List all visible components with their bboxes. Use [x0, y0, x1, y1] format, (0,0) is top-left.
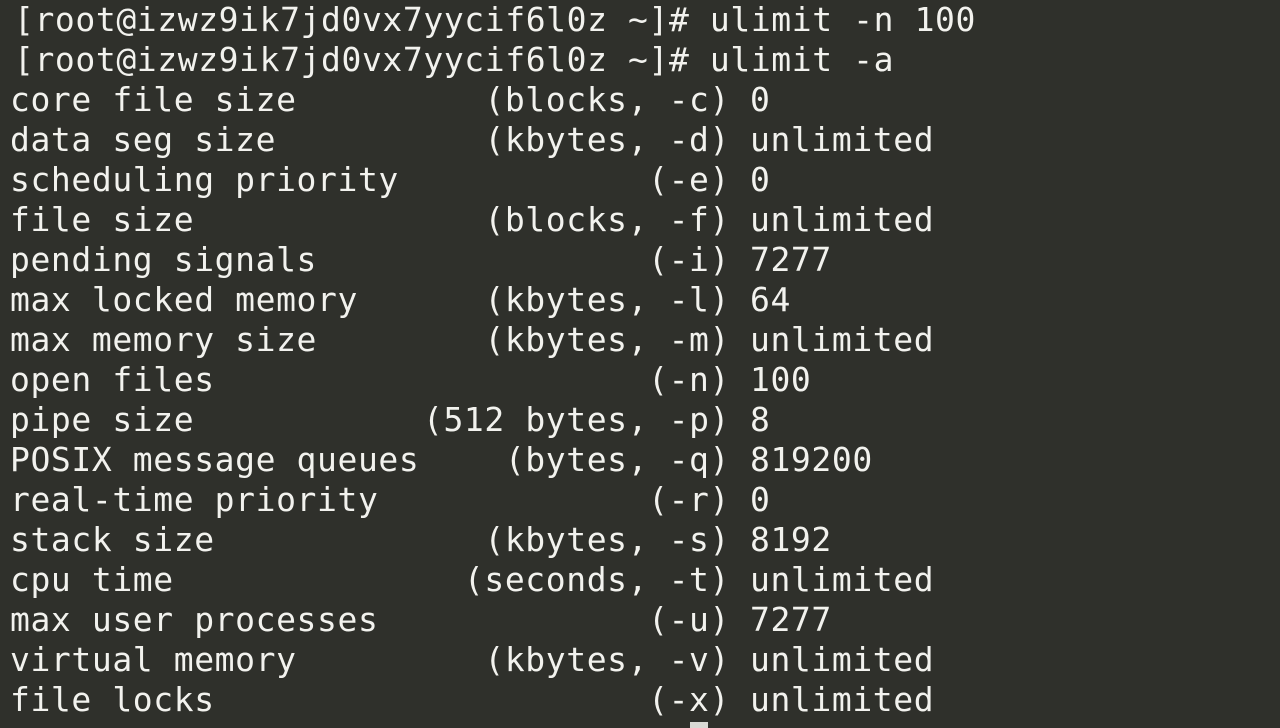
ulimit-value: unlimited	[750, 200, 935, 239]
ulimit-value: 0	[750, 80, 771, 119]
column-gap	[730, 280, 750, 320]
ulimit-row: core file size (blocks, -c) 0	[10, 80, 976, 120]
column-gap	[730, 560, 750, 600]
ulimit-label: core file size	[10, 80, 297, 119]
ulimit-label: scheduling priority	[10, 160, 399, 199]
ulimit-unit: (kbytes, -d)	[484, 120, 730, 159]
column-gap	[730, 200, 750, 240]
terminal-window[interactable]: [root@izwz9ik7jd0vx7yycif6l0z ~]# ulimit…	[0, 0, 1280, 728]
ulimit-row: max locked memory (kbytes, -l) 64	[10, 280, 976, 320]
ulimit-label: open files	[10, 360, 215, 399]
shell-prompt: [root@izwz9ik7jd0vx7yycif6l0z ~]#	[14, 0, 690, 39]
ulimit-row: pending signals (-i) 7277	[10, 240, 976, 280]
ulimit-row: file locks (-x) unlimited	[10, 680, 976, 720]
ulimit-value: unlimited	[750, 320, 935, 359]
ulimit-unit: (kbytes, -v)	[484, 640, 730, 679]
column-gap	[730, 640, 750, 680]
column-gap	[730, 240, 750, 280]
ulimit-value: unlimited	[750, 640, 935, 679]
ulimit-label: max user processes	[10, 600, 379, 639]
ulimit-row: cpu time (seconds, -t) unlimited	[10, 560, 976, 600]
column-gap	[730, 320, 750, 360]
command-line-1: [root@izwz9ik7jd0vx7yycif6l0z ~]# ulimit…	[10, 0, 976, 40]
column-gap	[730, 400, 750, 440]
column-gap	[730, 120, 750, 160]
ulimit-row: virtual memory (kbytes, -v) unlimited	[10, 640, 976, 680]
ulimit-row: POSIX message queues (bytes, -q) 819200	[10, 440, 976, 480]
ulimit-value: 819200	[750, 440, 873, 479]
ulimit-unit: (kbytes, -s)	[484, 520, 730, 559]
ulimit-unit: (kbytes, -l)	[484, 280, 730, 319]
ulimit-row: pipe size (512 bytes, -p) 8	[10, 400, 976, 440]
ulimit-output-table: core file size (blocks, -c) 0 data seg size…	[10, 80, 976, 720]
ulimit-value: unlimited	[750, 680, 935, 719]
ulimit-row: file size (blocks, -f) unlimited	[10, 200, 976, 240]
ulimit-value: 64	[750, 280, 791, 319]
ulimit-value: 0	[750, 480, 771, 519]
ulimit-label: file size	[10, 200, 195, 239]
column-gap	[730, 440, 750, 480]
column-gap	[730, 360, 750, 400]
ulimit-value: 7277	[750, 240, 832, 279]
ulimit-row: open files (-n) 100	[10, 360, 976, 400]
ulimit-label: max memory size	[10, 320, 318, 359]
ulimit-row: real-time priority (-r) 0	[10, 480, 976, 520]
ulimit-label: file locks	[10, 680, 215, 719]
ulimit-unit: (-x)	[648, 680, 730, 719]
ulimit-value: 0	[750, 160, 771, 199]
ulimit-label: virtual memory	[10, 640, 297, 679]
column-gap	[730, 520, 750, 560]
ulimit-unit: (-r)	[648, 480, 730, 519]
ulimit-row: scheduling priority (-e) 0	[10, 160, 976, 200]
column-gap	[730, 160, 750, 200]
ulimit-label: max locked memory	[10, 280, 358, 319]
ulimit-unit: (seconds, -t)	[463, 560, 730, 599]
column-gap	[730, 80, 750, 120]
ulimit-row: data seg size (kbytes, -d) unlimited	[10, 120, 976, 160]
ulimit-label: stack size	[10, 520, 215, 559]
command-line-2: [root@izwz9ik7jd0vx7yycif6l0z ~]# ulimit…	[10, 40, 976, 80]
column-gap	[730, 680, 750, 720]
ulimit-label: real-time priority	[10, 480, 379, 519]
ulimit-row: stack size (kbytes, -s) 8192	[10, 520, 976, 560]
command-text: ulimit -a	[709, 40, 895, 79]
ulimit-label: data seg size	[10, 120, 277, 159]
ulimit-label: cpu time	[10, 560, 174, 599]
ulimit-unit: (512 bytes, -p)	[422, 400, 730, 439]
ulimit-value: 100	[750, 360, 812, 399]
ulimit-value: 8	[750, 400, 771, 439]
ulimit-value: 7277	[750, 600, 832, 639]
terminal-output: [root@izwz9ik7jd0vx7yycif6l0z ~]# ulimit…	[10, 0, 976, 720]
ulimit-label: pending signals	[10, 240, 318, 279]
ulimit-unit: (-u)	[648, 600, 730, 639]
ulimit-unit: (-e)	[648, 160, 730, 199]
ulimit-row: max user processes (-u) 7277	[10, 600, 976, 640]
ulimit-value: unlimited	[750, 560, 935, 599]
ulimit-row: max memory size (kbytes, -m) unlimited	[10, 320, 976, 360]
ulimit-value: unlimited	[750, 120, 935, 159]
ulimit-label: POSIX message queues	[10, 440, 420, 479]
ulimit-unit: (blocks, -f)	[484, 200, 730, 239]
command-text: ulimit -n 100	[709, 0, 976, 39]
ulimit-unit: (bytes, -q)	[504, 440, 730, 479]
shell-prompt: [root@izwz9ik7jd0vx7yycif6l0z ~]#	[14, 40, 690, 79]
ulimit-unit: (-n)	[648, 360, 730, 399]
ulimit-unit: (-i)	[648, 240, 730, 279]
column-gap	[730, 480, 750, 520]
column-gap	[730, 600, 750, 640]
ulimit-value: 8192	[750, 520, 832, 559]
ulimit-unit: (blocks, -c)	[484, 80, 730, 119]
ulimit-label: pipe size	[10, 400, 195, 439]
ulimit-unit: (kbytes, -m)	[484, 320, 730, 359]
terminal-cursor	[690, 722, 708, 728]
